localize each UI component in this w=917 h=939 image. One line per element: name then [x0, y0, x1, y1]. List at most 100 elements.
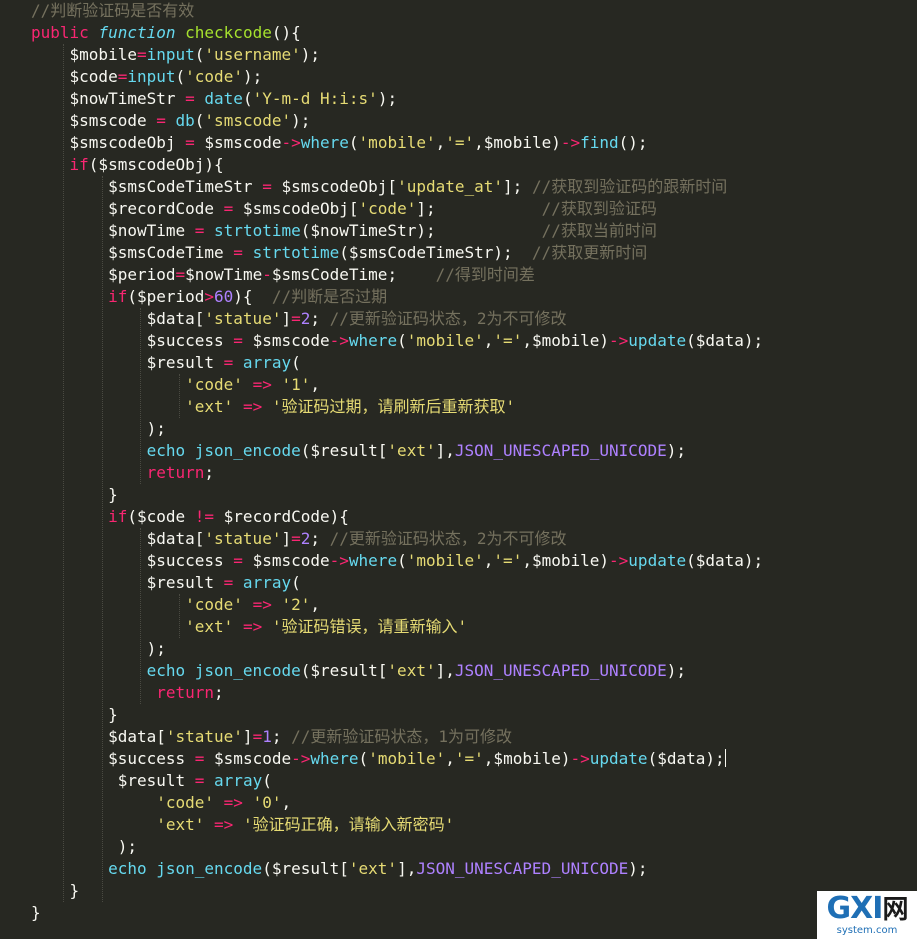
code-token: ( — [175, 67, 186, 86]
code-line[interactable]: public function checkcode(){ — [31, 22, 763, 44]
code-token: = — [223, 353, 234, 372]
code-line[interactable]: $data['statue']=1; //更新验证码状态，1为可修改 — [31, 726, 763, 748]
code-token: 'statue' — [204, 529, 282, 548]
code-token: echo — [108, 859, 147, 878]
code-line[interactable]: return; — [31, 462, 763, 484]
code-line[interactable]: ); — [31, 418, 763, 440]
code-token: = — [291, 309, 301, 328]
code-token: $period — [31, 265, 176, 284]
code-line[interactable]: 'ext' => '验证码过期，请刷新后重新获取' — [31, 396, 763, 418]
code-line[interactable]: $data['statue']=2; //更新验证码状态，2为不可修改 — [31, 308, 763, 330]
code-token: ]; — [416, 199, 542, 218]
code-line[interactable]: if($code != $recordCode){ — [31, 506, 763, 528]
code-token: ( — [397, 551, 407, 570]
code-token: = — [175, 265, 186, 284]
code-token: ; — [310, 529, 330, 548]
code-token: ( — [291, 353, 301, 372]
code-token: ,$mobile) — [522, 331, 610, 350]
code-line[interactable]: $code=input('code'); — [31, 66, 763, 88]
code-token: = — [262, 177, 272, 196]
code-line[interactable]: $result = array( — [31, 572, 763, 594]
code-line[interactable]: $recordCode = $smscodeObj['code']; //获取到… — [31, 198, 763, 220]
code-token: 2 — [300, 529, 311, 548]
code-line[interactable]: } — [31, 902, 763, 924]
code-token: ); — [377, 89, 398, 108]
code-line[interactable]: 'code' => '0', — [31, 792, 763, 814]
code-line[interactable]: 'code' => '2', — [31, 594, 763, 616]
code-token: ); — [31, 639, 166, 658]
code-token: date — [194, 89, 243, 108]
code-line[interactable]: $data['statue']=2; //更新验证码状态，2为不可修改 — [31, 528, 763, 550]
code-line[interactable]: ); — [31, 836, 763, 858]
code-token: $smsCodeTime; — [271, 265, 436, 284]
code-token: 'ext' — [387, 441, 436, 460]
code-token: (){ — [271, 23, 301, 42]
code-line[interactable]: $nowTimeStr = date('Y-m-d H:i:s'); — [31, 88, 763, 110]
code-line[interactable]: $success = $smscode->where('mobile','=',… — [31, 748, 763, 770]
code-token: 'mobile' — [368, 749, 446, 768]
code-token: ); — [300, 45, 321, 64]
code-token: find — [580, 133, 619, 152]
code-line[interactable]: echo json_encode($result['ext'],JSON_UNE… — [31, 858, 763, 880]
code-line[interactable]: $smsCodeTime = strtotime($smsCodeTimeStr… — [31, 242, 763, 264]
code-line[interactable]: $result = array( — [31, 770, 763, 792]
code-line[interactable]: $result = array( — [31, 352, 763, 374]
code-line[interactable]: if($smscodeObj){ — [31, 154, 763, 176]
code-line[interactable]: $nowTime = strtotime($nowTimeStr); //获取当… — [31, 220, 763, 242]
code-line[interactable]: $success = $smscode->where('mobile','=',… — [31, 550, 764, 572]
code-line[interactable]: $smscodeObj = $smscode->where('mobile','… — [31, 132, 763, 154]
code-token: echo — [146, 661, 186, 680]
code-token: $smscodeObj[ — [233, 199, 359, 218]
code-token: ( — [291, 573, 301, 592]
code-token: ]; — [503, 177, 532, 196]
code-token: json_encode — [185, 441, 301, 460]
code-line[interactable]: $smscode = db('smscode'); — [31, 110, 763, 132]
code-line[interactable]: echo json_encode($result['ext'],JSON_UNE… — [31, 440, 763, 462]
code-token: $mobile — [31, 45, 137, 64]
code-token: (); — [618, 133, 648, 152]
code-token: array — [233, 353, 292, 372]
code-editor[interactable]: //判断验证码是否有效 public function checkcode(){ … — [0, 0, 917, 939]
code-area[interactable]: //判断验证码是否有效 public function checkcode(){ … — [31, 0, 763, 924]
code-token: //获取当前时间 — [541, 221, 657, 240]
code-line[interactable]: } — [31, 484, 763, 506]
code-line[interactable]: $period=$nowTime-$smsCodeTime; //得到时间差 — [31, 264, 763, 286]
code-token: 'statue' — [204, 309, 282, 328]
code-line[interactable]: } — [31, 880, 763, 902]
code-line[interactable]: $smsCodeTimeStr = $smscodeObj['update_at… — [31, 176, 763, 198]
code-line[interactable]: 'code' => '1', — [31, 374, 763, 396]
code-token: $smscode — [204, 749, 292, 768]
code-token: $smsCodeTimeStr — [31, 177, 263, 196]
code-token: JSON_UNESCAPED_UNICODE — [454, 661, 667, 680]
code-token: input — [127, 67, 176, 86]
code-line[interactable]: if($period>60){ //判断是否过期 — [31, 286, 763, 308]
code-line[interactable]: return; — [31, 682, 763, 704]
code-token: -> — [281, 133, 301, 152]
code-line[interactable]: $mobile=input('username'); — [31, 44, 763, 66]
code-line[interactable]: 'ext' => '验证码正确，请输入新密码' — [31, 814, 763, 836]
code-line[interactable]: $success = $smscode->where('mobile','=',… — [31, 330, 764, 352]
code-token: $recordCode — [31, 199, 224, 218]
code-token: 'statue' — [165, 727, 243, 746]
code-line[interactable]: ); — [31, 638, 763, 660]
code-token: if — [108, 507, 128, 526]
code-token: = — [252, 727, 263, 746]
code-line[interactable]: 'ext' => '验证码错误，请重新输入' — [31, 616, 763, 638]
code-line[interactable]: //判断验证码是否有效 — [31, 0, 763, 22]
code-line[interactable]: } — [31, 704, 763, 726]
code-token: -> — [609, 331, 629, 350]
code-token: -> — [329, 551, 349, 570]
code-token: $smsCodeTime — [31, 243, 234, 262]
code-token: where — [300, 133, 349, 152]
code-token: if — [69, 155, 89, 174]
code-token: '0' — [252, 793, 282, 812]
code-token: strtotime — [204, 221, 301, 240]
code-token: '2' — [281, 595, 311, 614]
code-line[interactable]: echo json_encode($result['ext'],JSON_UNE… — [31, 660, 763, 682]
code-token: = — [156, 111, 166, 130]
code-token: //判断验证码是否有效 — [31, 1, 195, 20]
